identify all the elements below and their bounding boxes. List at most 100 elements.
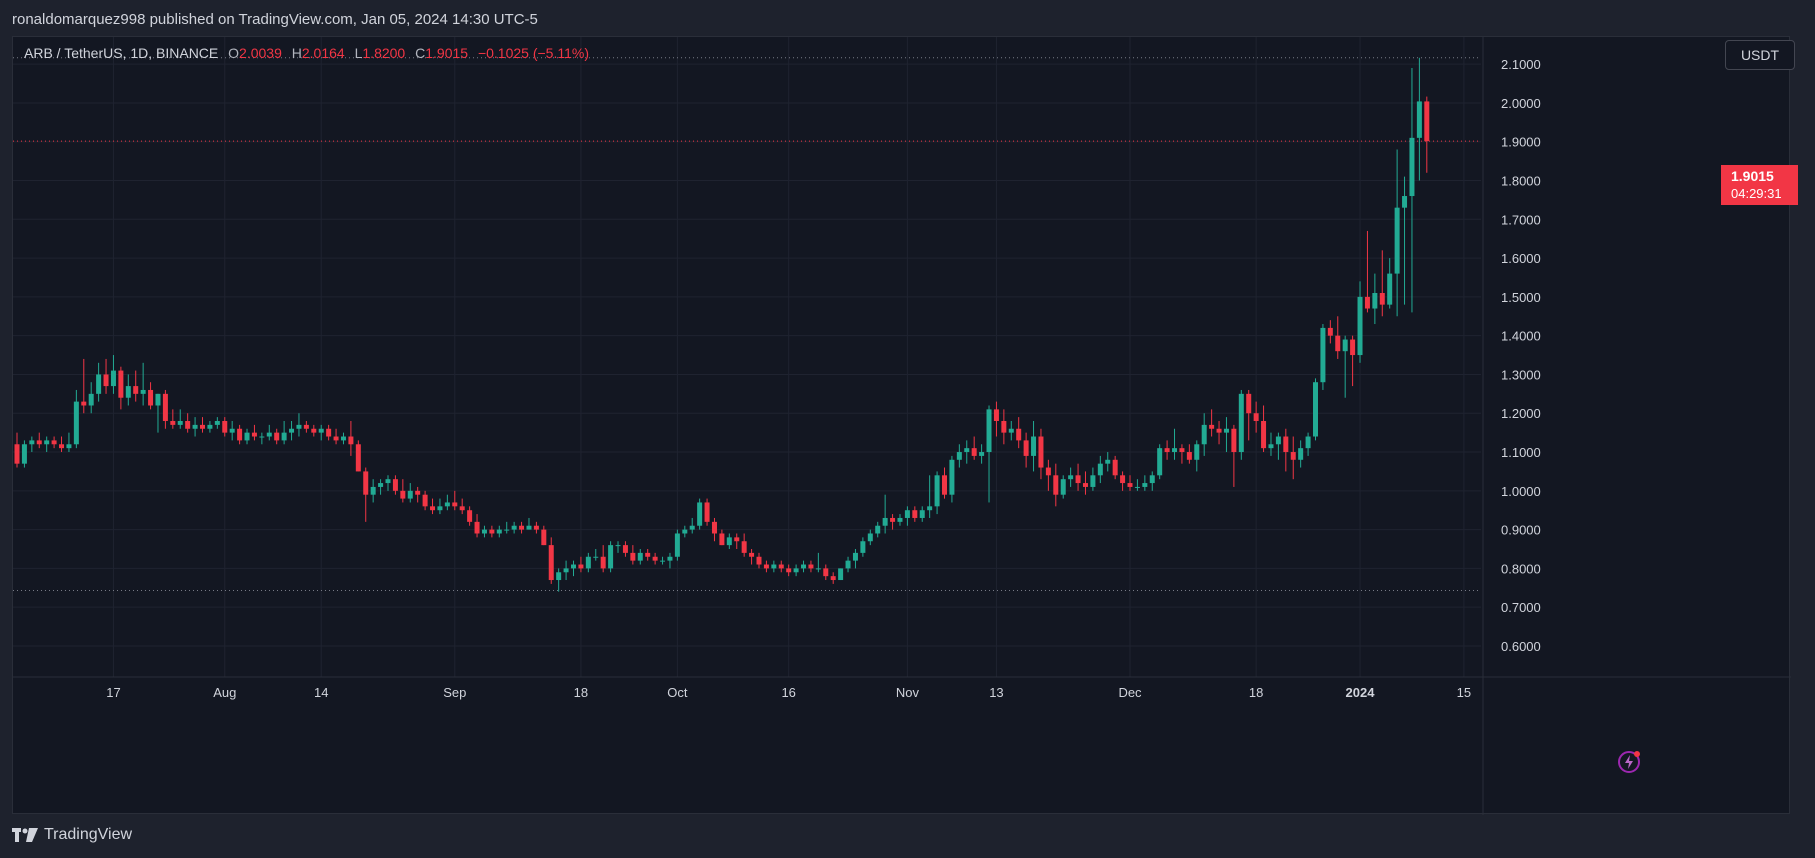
candle-body[interactable]: [29, 440, 35, 445]
candle-body[interactable]: [415, 490, 421, 495]
candle-body[interactable]: [749, 552, 755, 557]
symbol-label[interactable]: ARB / TetherUS, 1D, BINANCE: [24, 45, 218, 61]
candle-body[interactable]: [348, 436, 354, 445]
candle-body[interactable]: [622, 545, 628, 553]
candle-body[interactable]: [333, 436, 339, 441]
candle-body[interactable]: [474, 521, 480, 534]
candle-body[interactable]: [229, 428, 235, 433]
candle-body[interactable]: [1350, 339, 1356, 356]
candle-body[interactable]: [904, 510, 910, 518]
candle-body[interactable]: [1112, 459, 1118, 476]
candle-body[interactable]: [660, 560, 666, 562]
candle-body[interactable]: [118, 370, 124, 398]
candle-body[interactable]: [125, 386, 131, 398]
candle-body[interactable]: [608, 545, 614, 569]
candle-body[interactable]: [222, 421, 228, 433]
candle-body[interactable]: [489, 529, 495, 534]
candle-body[interactable]: [860, 541, 866, 553]
candle-body[interactable]: [1305, 436, 1311, 449]
candle-body[interactable]: [838, 568, 844, 581]
candle-body[interactable]: [1409, 137, 1415, 197]
candle-body[interactable]: [1223, 428, 1229, 433]
candle-body[interactable]: [430, 506, 436, 511]
candle-body[interactable]: [1246, 393, 1252, 414]
candle-body[interactable]: [719, 533, 725, 546]
candle-body[interactable]: [244, 432, 250, 441]
candle-body[interactable]: [1335, 335, 1341, 352]
candle-body[interactable]: [140, 389, 146, 394]
candle-body[interactable]: [897, 517, 903, 522]
chart-frame[interactable]: 2.1000 2.0000 1.9000 1.8000 1.7000 1.6000 1.50…: [12, 36, 1791, 815]
candle-body[interactable]: [697, 502, 703, 526]
candle-body[interactable]: [437, 506, 443, 511]
tradingview-footer[interactable]: TradingView: [12, 824, 132, 846]
candle-body[interactable]: [452, 502, 458, 507]
candle-body[interactable]: [756, 556, 762, 565]
candle-body[interactable]: [1179, 448, 1185, 453]
currency-button[interactable]: USDT: [1725, 40, 1795, 70]
candle-body[interactable]: [1387, 273, 1393, 305]
candle-body[interactable]: [845, 560, 851, 569]
candle-body[interactable]: [1127, 483, 1133, 487]
candle-body[interactable]: [682, 529, 688, 534]
candle-body[interactable]: [266, 432, 272, 437]
bolt-icon[interactable]: [1617, 750, 1641, 774]
candle-body[interactable]: [318, 428, 324, 433]
candle-body[interactable]: [1416, 101, 1422, 138]
candle-body[interactable]: [1120, 475, 1126, 484]
candle-body[interactable]: [1157, 448, 1163, 476]
candle-body[interactable]: [919, 510, 925, 518]
candle-body[interactable]: [645, 552, 651, 557]
candle-body[interactable]: [934, 475, 940, 507]
candle-body[interactable]: [133, 386, 139, 394]
candle-body[interactable]: [1031, 436, 1037, 456]
candle-body[interactable]: [711, 521, 717, 534]
candle-body[interactable]: [927, 506, 933, 511]
candle-body[interactable]: [370, 486, 376, 495]
candle-body[interactable]: [192, 424, 198, 429]
candle-body[interactable]: [1097, 463, 1103, 476]
candle-body[interactable]: [481, 529, 487, 534]
candle-body[interactable]: [96, 374, 102, 394]
candle-body[interactable]: [689, 525, 695, 530]
candle-body[interactable]: [971, 448, 977, 456]
candle-body[interactable]: [36, 440, 42, 445]
candle-body[interactable]: [378, 483, 384, 487]
candle-body[interactable]: [526, 525, 532, 530]
candle-body[interactable]: [563, 568, 569, 573]
candle-body[interactable]: [1134, 486, 1140, 488]
candle-body[interactable]: [59, 444, 65, 449]
candle-body[interactable]: [1142, 483, 1148, 487]
candle-body[interactable]: [1105, 459, 1111, 464]
candle-body[interactable]: [148, 389, 154, 406]
candle-body[interactable]: [882, 517, 888, 526]
candle-body[interactable]: [1038, 436, 1044, 468]
candle-body[interactable]: [1313, 382, 1318, 437]
candle-body[interactable]: [726, 537, 732, 546]
candle-body[interactable]: [81, 401, 87, 406]
candle-body[interactable]: [674, 533, 680, 557]
candle-body[interactable]: [340, 436, 346, 441]
candle-body[interactable]: [422, 494, 428, 507]
candle-body[interactable]: [400, 490, 406, 499]
candle-body[interactable]: [326, 428, 332, 437]
candle-body[interactable]: [162, 393, 168, 421]
candle-body[interactable]: [1209, 424, 1215, 429]
candle-body[interactable]: [1424, 101, 1430, 142]
candle-body[interactable]: [1023, 440, 1029, 456]
candle-body[interactable]: [637, 552, 643, 561]
candle-body[interactable]: [459, 506, 465, 511]
candle-body[interactable]: [1216, 428, 1222, 433]
candle-body[interactable]: [875, 525, 881, 534]
candle-body[interactable]: [652, 556, 658, 561]
candle-body[interactable]: [852, 552, 858, 561]
candle-body[interactable]: [541, 529, 547, 546]
candle-body[interactable]: [771, 564, 777, 569]
candle-body[interactable]: [1172, 448, 1178, 453]
candle-body[interactable]: [1379, 293, 1385, 305]
candle-body[interactable]: [281, 432, 287, 441]
candle-body[interactable]: [1342, 339, 1348, 352]
candle-body[interactable]: [704, 502, 710, 522]
candle-body[interactable]: [1090, 475, 1096, 487]
candle-body[interactable]: [177, 421, 183, 425]
